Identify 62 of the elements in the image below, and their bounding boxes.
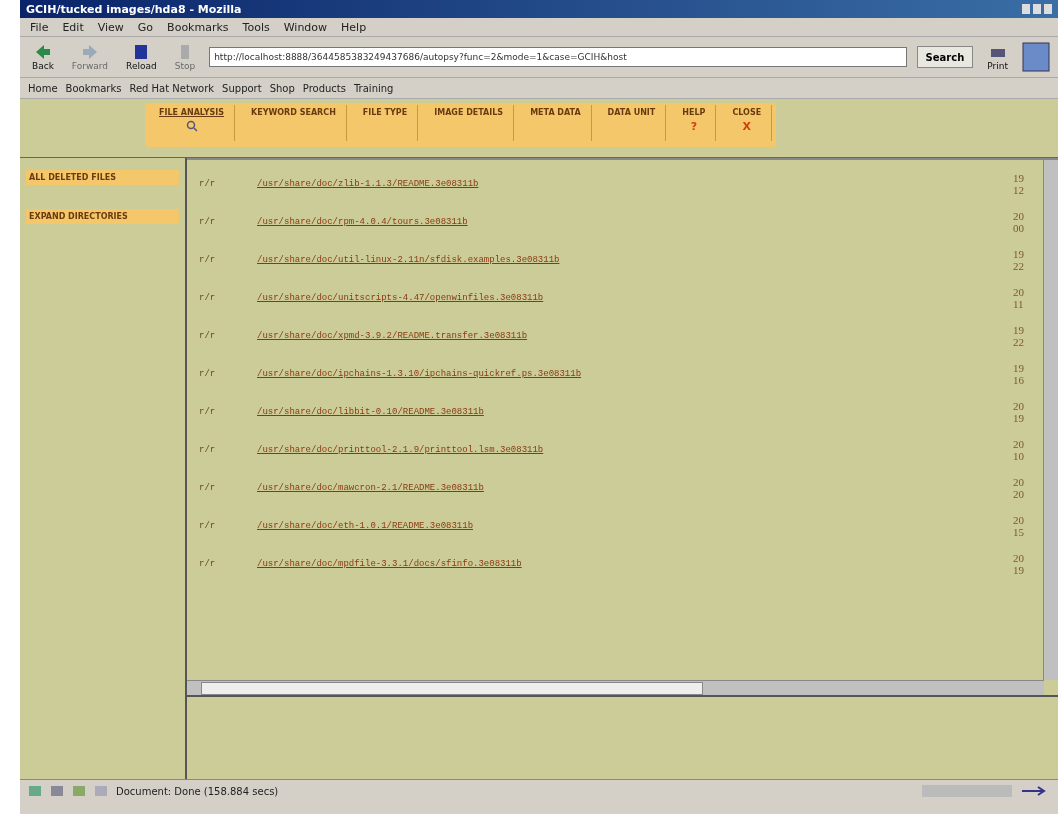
print-button[interactable]: Print	[983, 43, 1012, 71]
url-field[interactable]: http://localhost:8888/3644585383249437686/autopsy?func=2&mode=1&case=GCIH&host	[209, 47, 907, 67]
file-path-link[interactable]: /usr/share/doc/ipchains-1.3.10/ipchains-quickref.ps.3e08311b	[257, 369, 1013, 379]
file-path-link[interactable]: /usr/share/doc/libbit-0.10/README.3e08311b	[257, 407, 1013, 417]
right-arrow-icon	[80, 43, 99, 61]
file-type: r/r	[198, 521, 217, 531]
bookmark-link[interactable]: Support	[222, 82, 262, 94]
file-type: r/r	[198, 179, 217, 189]
file-type: r/r	[198, 255, 217, 265]
status-text: Document: Done (158.884 secs)	[116, 785, 280, 797]
file-path-link[interactable]: /usr/share/doc/rpm-4.0.4/tours.3e08311b	[257, 217, 1013, 227]
window-controls-icon	[1022, 3, 1052, 15]
date-cell-text: 19 12	[1013, 172, 1025, 196]
file-path-link[interactable]: /usr/share/doc/mpdfile-3.3.1/docs/sfinfo.3e08311b	[257, 559, 1013, 569]
date-cell-text: 20 11	[1013, 286, 1025, 310]
vertical-scrollbar[interactable]	[1043, 160, 1058, 680]
sidebar-link[interactable]: EXPAND DIRECTORIES	[26, 209, 179, 224]
bookmark-link[interactable]: Red Hat Network	[129, 82, 215, 94]
menu-item[interactable]: Help	[341, 20, 367, 34]
toolbar-button[interactable]: Back	[28, 43, 58, 71]
file-path-link[interactable]: /usr/share/doc/zlib-1.1.3/README.3e08311b	[257, 179, 1013, 189]
date-cell-text: 19 16	[1013, 362, 1025, 386]
file-type: r/r	[198, 331, 217, 341]
window-title: GCIH/tucked images/hda8 - Mozilla	[26, 2, 242, 16]
toolbar-button[interactable]: Reload	[122, 43, 161, 71]
bookmark-link[interactable]: Shop	[269, 82, 295, 94]
menu-item[interactable]: Tools	[242, 20, 270, 34]
menu-item[interactable]: Bookmarks	[167, 20, 229, 34]
date-cell-text: 19 22	[1013, 248, 1025, 272]
file-path-link[interactable]: /usr/share/doc/xpmd-3.9.2/README.transfer.3e08311b	[257, 331, 1013, 341]
file-path-link[interactable]: /usr/share/doc/util-linux-2.11n/sfdisk.examples.3e08311b	[257, 255, 1013, 265]
file-type: r/r	[198, 293, 217, 303]
bookmark-link[interactable]: Bookmarks	[65, 82, 122, 94]
search-button[interactable]: Search	[916, 46, 974, 68]
sidebar-link[interactable]: ALL DELETED FILES	[26, 170, 179, 185]
file-path-link[interactable]: /usr/share/doc/unitscripts-4.47/openwinfiles.3e08311b	[257, 293, 1013, 303]
menu-item[interactable]: File	[30, 20, 49, 34]
file-type: r/r	[198, 445, 217, 455]
file-type: r/r	[198, 559, 217, 569]
magnifier-icon	[185, 120, 198, 132]
file-path-link[interactable]: /usr/share/doc/eth-1.0.1/README.3e08311b	[257, 521, 1013, 531]
file-path-link[interactable]: /usr/share/doc/printtool-2.1.9/printtool.lsm.3e08311b	[257, 445, 1013, 455]
menu-item[interactable]: Edit	[62, 20, 84, 34]
date-cell-text: 20 19	[1013, 400, 1025, 424]
menu-item[interactable]: Go	[137, 20, 154, 34]
date-cell-text: 19 22	[1013, 324, 1025, 348]
horizontal-scrollbar[interactable]	[187, 680, 1044, 695]
date-cell-text: 20 15	[1013, 514, 1025, 538]
file-type: r/r	[198, 217, 217, 227]
date-cell-text: 20 20	[1013, 476, 1025, 500]
date-cell-text: 20 10	[1013, 438, 1025, 462]
file-type: r/r	[198, 407, 217, 417]
menu-item[interactable]: View	[97, 20, 124, 34]
bookmark-link[interactable]: Home	[28, 82, 58, 94]
date-cell-text: 20 19	[1013, 552, 1025, 576]
date-cell-text: 20 00	[1013, 210, 1025, 234]
menu-item[interactable]: Window	[283, 20, 328, 34]
file-type: r/r	[198, 483, 217, 493]
bookmark-link[interactable]: Training	[353, 82, 394, 94]
bookmark-link[interactable]: Products	[302, 82, 346, 94]
file-path-link[interactable]: /usr/share/doc/mawcron-2.1/README.3e08311b	[257, 483, 1013, 493]
file-type: r/r	[198, 369, 217, 379]
